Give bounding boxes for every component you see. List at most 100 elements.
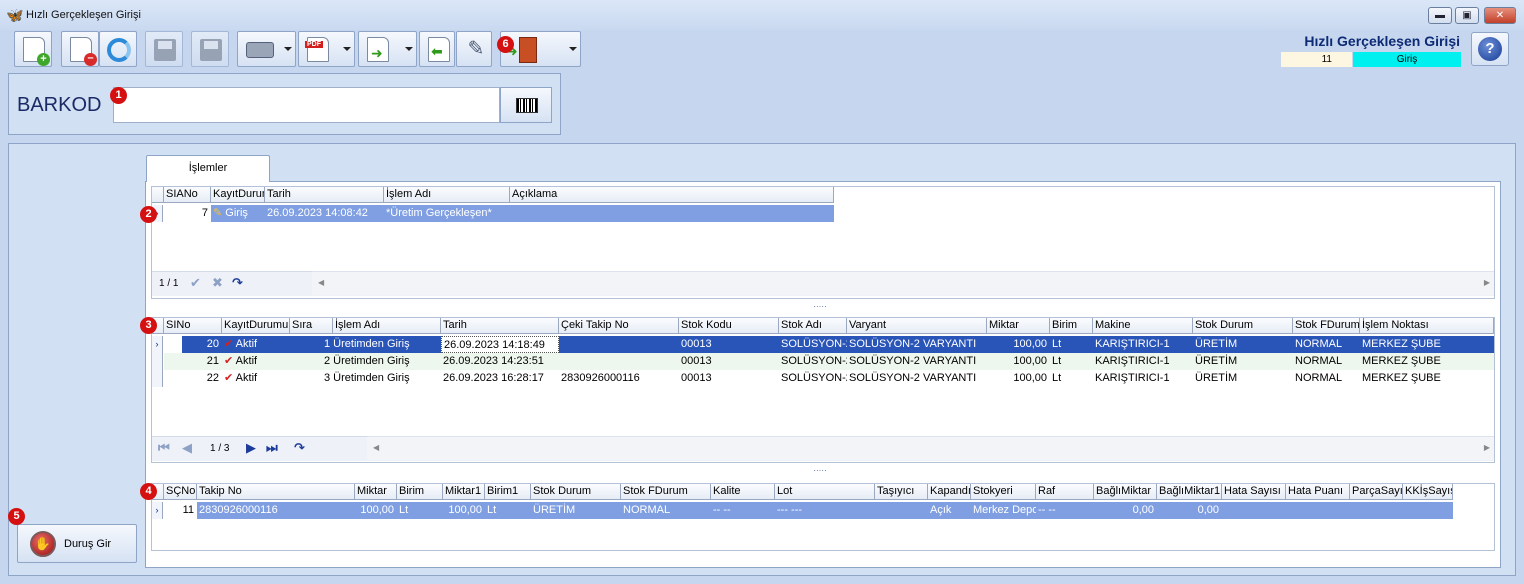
first-record-icon[interactable]: ⏮ (158, 440, 170, 456)
column-header[interactable]: BağlıMiktar (1094, 484, 1157, 500)
column-header[interactable]: Birim1 (485, 484, 531, 500)
export-pdf-button[interactable]: PDF (298, 31, 355, 67)
cell-islem-adi: *Üretim Gerçekleşen* (386, 207, 492, 219)
cell-islem-adi: 1 Üretimden Giriş (324, 338, 410, 350)
column-header[interactable]: Birim (1050, 318, 1093, 334)
column-header[interactable]: Taşıyıcı (875, 484, 928, 500)
column-header[interactable]: SIANo (164, 187, 211, 203)
column-header[interactable]: Stok FDurum (1293, 318, 1360, 334)
column-header[interactable]: İşlem Noktası (1360, 318, 1494, 334)
column-header[interactable]: Makine (1093, 318, 1193, 334)
print-button[interactable] (237, 31, 296, 67)
transfer-icon: ➜ (367, 37, 389, 62)
column-header[interactable]: Stok Durum (1193, 318, 1293, 334)
cell-stok-fdurum: NORMAL (1295, 355, 1343, 367)
scroll-right-icon[interactable]: ▶ (1484, 443, 1490, 452)
cell-kayit-durumu-text: Aktif (235, 338, 258, 350)
tab-islemler[interactable]: İşlemler (146, 155, 270, 182)
column-header[interactable]: Hata Puanı (1286, 484, 1350, 500)
cell-kayit-durumu-text: Aktif (235, 372, 258, 384)
cancel-x-icon[interactable]: ✖ (212, 275, 223, 291)
last-record-icon[interactable]: ⏭ (266, 440, 278, 456)
column-header[interactable]: Miktar (987, 318, 1050, 334)
column-header[interactable]: Stok Adı (779, 318, 847, 334)
column-header[interactable]: KayıtDurumu (211, 187, 265, 203)
scroll-left-icon[interactable]: ◀ (318, 278, 324, 287)
badge-6: 6 (497, 36, 514, 53)
column-header[interactable]: SÇNo (164, 484, 197, 500)
column-header[interactable]: Stok Kodu (679, 318, 779, 334)
delete-document-icon: – (70, 37, 97, 66)
back-arrow-icon: ⬅ (428, 37, 450, 62)
new-record-button[interactable]: + (14, 31, 52, 67)
back-button[interactable]: ⬅ (419, 31, 455, 67)
column-header[interactable]: Miktar1 (443, 484, 485, 500)
column-header[interactable]: Çeki Takip No (559, 318, 679, 334)
settings-button[interactable]: ✎ (456, 31, 492, 67)
refresh-button[interactable] (99, 31, 137, 67)
column-header[interactable]: Lot (775, 484, 875, 500)
minimize-button[interactable]: ▬ (1428, 7, 1452, 24)
cell-tarih-focused[interactable]: 26.09.2023 14:18:49 (441, 336, 559, 353)
column-header[interactable]: Kapandı (928, 484, 971, 500)
column-header[interactable]: Kalite (711, 484, 775, 500)
column-header[interactable]: Stokyeri (971, 484, 1036, 500)
cell-scno: 11 (182, 504, 194, 516)
barcode-scan-button[interactable] (500, 87, 552, 123)
column-header[interactable]: BağlıMiktar1 (1157, 484, 1222, 500)
column-header[interactable]: Sıra (290, 318, 333, 334)
cell-makine: KARIŞTIRICI-1 (1095, 355, 1170, 367)
column-header[interactable]: ParçaSayı (1350, 484, 1403, 500)
next-record-icon[interactable]: ▶ (246, 440, 256, 456)
badge-5: 5 (8, 508, 25, 525)
badge-4: 4 (140, 483, 157, 500)
column-header[interactable]: İşlem Adı (384, 187, 510, 203)
barcode-input[interactable] (113, 87, 500, 123)
column-header[interactable]: Takip No (197, 484, 355, 500)
refresh-arrow-icon[interactable]: ↷ (294, 440, 305, 456)
horizontal-scrollbar[interactable]: ◀ ▶ (367, 436, 1494, 460)
save-button[interactable] (145, 31, 183, 67)
column-header[interactable]: İşlem Adı (333, 318, 441, 334)
column-header[interactable]: Hata Sayısı (1222, 484, 1286, 500)
grid-detay: SINo KayıtDurumu Sıra İşlem Adı Tarih Çe… (151, 317, 1495, 463)
cell-kayit-durumu: ✔ Aktif (222, 370, 290, 387)
column-header[interactable]: Tarih (265, 187, 384, 203)
table-row[interactable]: 7 ✎ Giriş 26.09.2023 14:08:42 *Üretim Ge… (164, 205, 834, 222)
cell-kayit-durumu-text: Giriş (225, 207, 248, 219)
cancel-save-button[interactable] (191, 31, 229, 67)
column-header[interactable]: KKİşSayısı (1403, 484, 1453, 500)
scroll-right-icon[interactable]: ▶ (1484, 278, 1490, 287)
help-button[interactable]: ? (1471, 32, 1509, 66)
column-header[interactable]: Stok Durum (531, 484, 621, 500)
column-header[interactable]: SINo (164, 318, 222, 334)
scroll-left-icon[interactable]: ◀ (373, 443, 379, 452)
cell-tasiyici (875, 502, 928, 519)
close-button[interactable]: ✕ (1484, 7, 1516, 24)
column-header[interactable]: KayıtDurumu (222, 318, 290, 334)
durus-gir-button[interactable]: ✋ Duruş Gir (17, 524, 137, 563)
column-header[interactable]: Stok FDurum (621, 484, 711, 500)
prev-record-icon[interactable]: ◀ (182, 440, 192, 456)
delete-record-button[interactable]: – (61, 31, 99, 67)
pencil-icon: ✎ (213, 207, 223, 219)
column-header[interactable]: Tarih (441, 318, 559, 334)
record-position: 1 / 3 (210, 443, 230, 454)
splitter-handle[interactable]: ····· (805, 303, 835, 313)
cell-birim: Lt (1052, 372, 1062, 384)
column-header[interactable]: Raf (1036, 484, 1094, 500)
transfer-button[interactable]: ➜ (358, 31, 417, 67)
refresh-arrow-icon[interactable]: ↷ (232, 275, 243, 291)
wrench-icon: ✎ (467, 38, 485, 60)
column-header[interactable]: Açıklama (510, 187, 834, 203)
row-indicator: › (152, 502, 163, 519)
cell-islem-noktasi: MERKEZ ŞUBE (1362, 372, 1441, 384)
maximize-button[interactable]: ▣ (1455, 7, 1479, 24)
splitter-handle[interactable]: ····· (805, 467, 835, 477)
post-check-icon[interactable]: ✔ (190, 275, 201, 291)
cell-birim: Lt (1052, 355, 1062, 367)
horizontal-scrollbar[interactable]: ◀ ▶ (312, 271, 1494, 295)
column-header[interactable]: Miktar (355, 484, 397, 500)
column-header[interactable]: Varyant (847, 318, 987, 334)
column-header[interactable]: Birim (397, 484, 443, 500)
